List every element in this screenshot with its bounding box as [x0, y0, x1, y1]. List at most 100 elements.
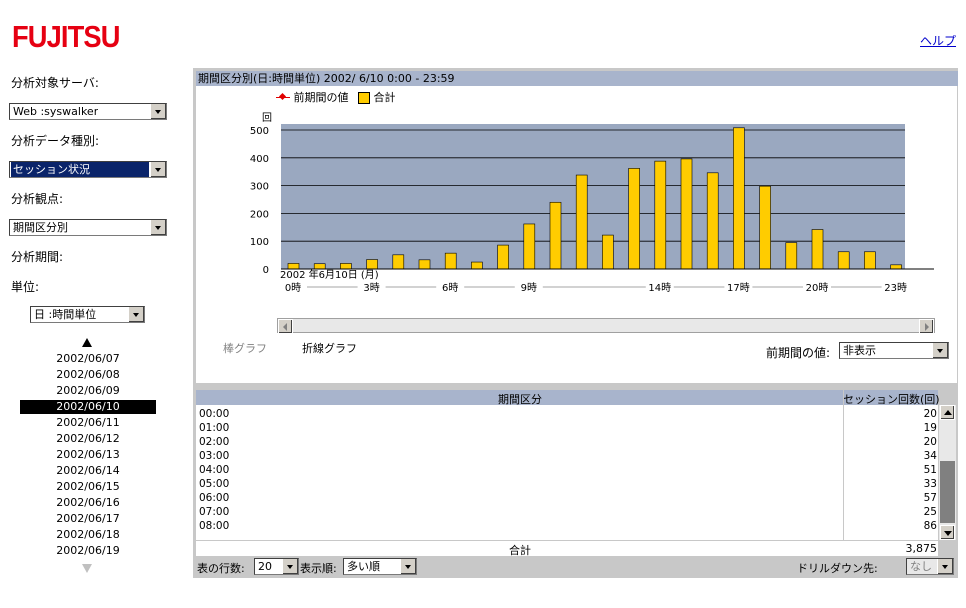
bar-2時[interactable] [340, 263, 352, 270]
chevron-down-icon[interactable] [937, 559, 953, 574]
legend-total-label: 合計 [373, 91, 396, 104]
x-tick-label: 0時 [285, 282, 301, 294]
table-row-count: 20 [923, 436, 937, 448]
line-chart-link[interactable]: 折線グラフ [302, 340, 357, 356]
date-item[interactable]: 2002/06/16 [20, 496, 156, 510]
chevron-down-icon[interactable] [932, 343, 948, 358]
date-item[interactable]: 2002/06/11 [20, 416, 156, 430]
date-axis-label: 2002 年6月10日 (月) [280, 268, 379, 281]
y-tick-label: 500 [250, 126, 269, 137]
y-tick-label: 200 [250, 209, 269, 220]
x-tick-label: 14時 [648, 282, 671, 294]
server-select[interactable]: Web :syswalker [9, 103, 167, 120]
bar-13時[interactable] [628, 168, 640, 270]
table-row-period[interactable]: 00:00 [199, 407, 229, 421]
bar-6時[interactable] [444, 252, 457, 270]
scroll-left-icon[interactable] [278, 319, 293, 334]
bar-11時[interactable] [575, 174, 588, 270]
bar-23時[interactable] [890, 264, 902, 270]
bar-18時[interactable] [759, 185, 771, 270]
bar-3時[interactable] [366, 259, 378, 270]
date-item[interactable]: 2002/06/07 [20, 352, 156, 366]
table-row-period[interactable]: 08:00 [199, 519, 229, 533]
scroll-up-icon[interactable] [82, 338, 92, 347]
date-item[interactable]: 2002/06/08 [20, 368, 156, 382]
rows-select[interactable]: 20 [254, 558, 299, 575]
date-item[interactable]: 2002/06/09 [20, 384, 156, 398]
bar-20時[interactable] [811, 229, 824, 270]
date-item[interactable]: 2002/06/10 [20, 400, 156, 414]
bar-chart-link[interactable]: 棒グラフ [223, 340, 267, 356]
table-row-period[interactable]: 01:00 [199, 421, 229, 435]
col-period-header[interactable]: 期間区分 [196, 391, 844, 407]
bar-22時[interactable] [864, 251, 876, 270]
table-body [196, 390, 938, 540]
table-row-period[interactable]: 05:00 [199, 477, 229, 491]
bar-10時[interactable] [549, 201, 562, 270]
chevron-down-icon[interactable] [150, 220, 166, 235]
bar-17時[interactable] [733, 127, 745, 270]
chart-legend: 前期間の値 合計 [276, 89, 396, 105]
bar-19時[interactable] [785, 242, 798, 270]
prev-period-label: 前期間の値: [766, 346, 831, 360]
fujitsu-logo: FUJITSU [12, 19, 120, 54]
unit-select[interactable]: 日 :時間単位 [30, 306, 145, 323]
table-row-count: 86 [923, 520, 937, 532]
prev-period-select[interactable]: 非表示 [839, 342, 949, 359]
date-item[interactable]: 2002/06/17 [20, 512, 156, 526]
date-item[interactable]: 2002/06/15 [20, 480, 156, 494]
table-row-period[interactable]: 04:00 [199, 463, 229, 477]
drilldown-select[interactable]: なし [906, 558, 954, 575]
viewpoint-select[interactable]: 期間区分別 [9, 219, 167, 236]
table-row-count: 20 [923, 408, 937, 420]
scroll-down-icon[interactable] [82, 564, 92, 573]
bar-15時[interactable] [680, 158, 693, 270]
table-row-period[interactable]: 03:00 [199, 449, 229, 463]
scroll-up-icon[interactable] [940, 405, 955, 420]
bar-1時[interactable] [313, 263, 326, 270]
y-tick-label: 400 [250, 154, 269, 165]
help-link[interactable]: ヘルプ [920, 32, 956, 49]
legend-prev-label: 前期間の値 [293, 91, 349, 104]
date-item[interactable]: 2002/06/14 [20, 464, 156, 478]
scroll-thumb[interactable] [940, 461, 955, 523]
bar-9時[interactable] [523, 223, 536, 270]
col-count-header[interactable]: セッション回数(回) [843, 391, 939, 407]
unit-label: 単位: [11, 280, 40, 294]
x-tick-label: 20時 [806, 282, 829, 294]
bar-12時[interactable] [602, 234, 614, 270]
bar-14時[interactable] [654, 160, 667, 270]
legend-total-swatch-icon [358, 92, 370, 104]
bar-21時[interactable] [837, 251, 850, 270]
date-item[interactable]: 2002/06/12 [20, 432, 156, 446]
y-tick-label: 100 [250, 237, 269, 248]
scroll-right-icon[interactable] [919, 319, 934, 334]
date-item[interactable]: 2002/06/19 [20, 544, 156, 558]
y-unit-label: 回 [262, 112, 272, 124]
chevron-down-icon[interactable] [150, 162, 166, 177]
total-label: 合計 [509, 544, 531, 557]
table-row-period[interactable]: 07:00 [199, 505, 229, 519]
date-item[interactable]: 2002/06/18 [20, 528, 156, 542]
bar-0時[interactable] [287, 263, 300, 270]
drilldown-label: ドリルダウン先: [797, 562, 878, 575]
scroll-down-icon[interactable] [940, 525, 955, 540]
order-select[interactable]: 多い順 [343, 558, 417, 575]
chevron-down-icon[interactable] [282, 559, 298, 574]
table-scrollbar[interactable] [939, 405, 956, 540]
chevron-down-icon[interactable] [150, 104, 166, 119]
chevron-down-icon[interactable] [128, 307, 144, 322]
chevron-down-icon[interactable] [400, 559, 416, 574]
chart-scrollbar[interactable] [277, 318, 935, 334]
bar-16時[interactable] [706, 172, 719, 270]
table-row-period[interactable]: 06:00 [199, 491, 229, 505]
bar-7時[interactable] [471, 261, 483, 270]
table-row-period[interactable]: 02:00 [199, 435, 229, 449]
date-item[interactable]: 2002/06/13 [20, 448, 156, 462]
datatype-select[interactable]: セッション状況 [9, 161, 167, 178]
unit-select-value: 日 :時間単位 [34, 308, 97, 321]
bar-4時[interactable] [392, 254, 405, 270]
bar-5時[interactable] [418, 259, 431, 270]
datatype-select-value: セッション状況 [11, 162, 149, 177]
bar-8時[interactable] [497, 244, 509, 270]
